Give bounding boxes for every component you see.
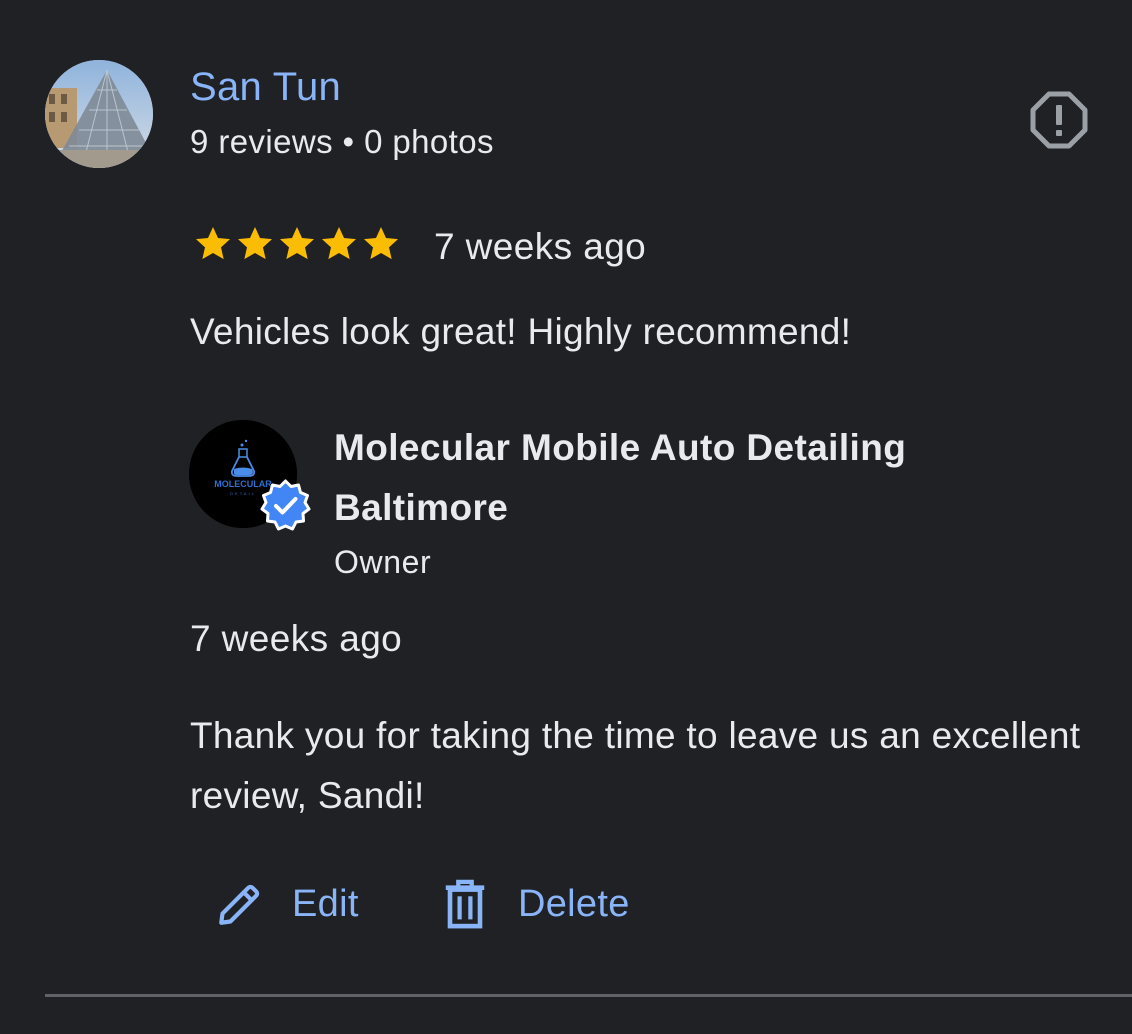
report-review-button[interactable]: [1030, 91, 1088, 149]
star-icon: [238, 227, 272, 260]
response-text: Thank you for taking the time to leave u…: [190, 715, 1081, 816]
review-date: 7 weeks ago: [434, 226, 647, 267]
business-name[interactable]: Molecular Mobile Auto Detailing Baltimor…: [334, 418, 1034, 538]
delete-response-button[interactable]: Delete: [443, 874, 630, 934]
section-divider: [45, 994, 1132, 997]
star-icon: [196, 227, 230, 260]
owner-role-label: Owner: [334, 544, 432, 580]
star-icon: [322, 227, 356, 260]
review-text: Vehicles look great! Highly recommend!: [190, 311, 852, 352]
verified-badge: [259, 479, 312, 532]
reviewer-stats: 9 reviews • 0 photos: [190, 123, 494, 160]
star-icon: [364, 227, 398, 260]
reviewer-name[interactable]: San Tun: [190, 64, 341, 110]
star-icon: [280, 227, 314, 260]
avatar-photo: [45, 60, 153, 168]
pencil-icon: [219, 884, 260, 925]
reviewer-avatar[interactable]: [45, 60, 153, 168]
svg-text:DETAIL: DETAIL: [230, 491, 256, 496]
edit-response-button[interactable]: Edit: [215, 874, 359, 934]
response-date: 7 weeks ago: [190, 618, 403, 659]
star-rating: [192, 224, 402, 264]
trash-icon: [445, 879, 485, 929]
report-flag-icon: [1030, 91, 1088, 149]
delete-label: Delete: [518, 882, 630, 925]
edit-label: Edit: [292, 882, 359, 925]
verified-check-icon: [260, 479, 311, 531]
